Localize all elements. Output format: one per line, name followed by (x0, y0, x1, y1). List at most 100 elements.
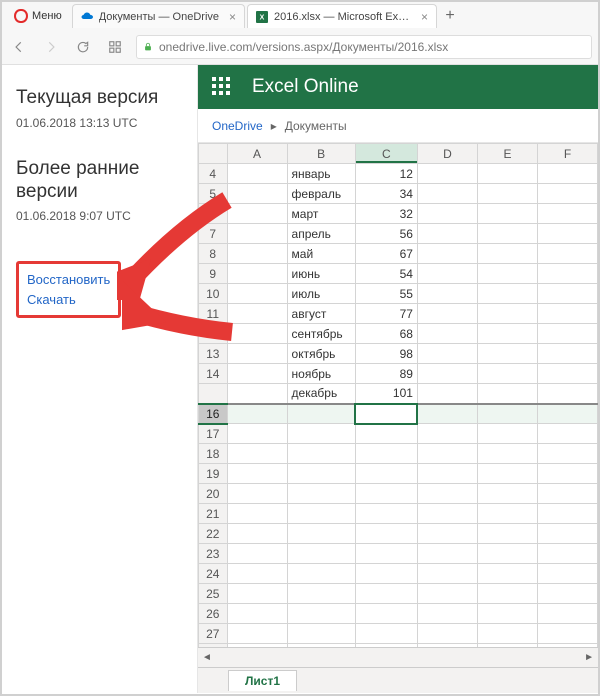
cell[interactable] (227, 204, 287, 224)
cell[interactable] (478, 164, 538, 184)
cell[interactable] (478, 344, 538, 364)
cell[interactable] (417, 504, 477, 524)
cell[interactable] (417, 544, 477, 564)
app-launcher-icon[interactable] (212, 77, 232, 97)
cell[interactable] (417, 244, 477, 264)
cell[interactable] (287, 624, 355, 644)
cell[interactable] (227, 504, 287, 524)
cell[interactable]: апрель (287, 224, 355, 244)
cell[interactable] (538, 284, 598, 304)
browser-menu[interactable]: Меню (6, 9, 70, 23)
cell[interactable] (287, 584, 355, 604)
cell[interactable]: июнь (287, 264, 355, 284)
row-header[interactable]: 10 (199, 284, 228, 304)
reload-button[interactable] (72, 36, 94, 58)
cell[interactable] (478, 504, 538, 524)
cell[interactable] (417, 424, 477, 444)
row-header[interactable]: 14 (199, 364, 228, 384)
row-header[interactable]: 22 (199, 524, 228, 544)
cell[interactable] (538, 364, 598, 384)
row-header[interactable]: 24 (199, 564, 228, 584)
row-header[interactable]: 7 (199, 224, 228, 244)
cell[interactable] (227, 304, 287, 324)
row-header[interactable]: 23 (199, 544, 228, 564)
cell[interactable] (355, 524, 417, 544)
cell[interactable] (417, 564, 477, 584)
row-header[interactable]: 5 (199, 184, 228, 204)
cell[interactable] (417, 444, 477, 464)
row-header[interactable]: 19 (199, 464, 228, 484)
cell[interactable] (227, 324, 287, 344)
cell[interactable] (538, 384, 598, 404)
cell[interactable]: 67 (355, 244, 417, 264)
cell[interactable] (478, 204, 538, 224)
speed-dial-button[interactable] (104, 36, 126, 58)
cell[interactable] (417, 324, 477, 344)
row-header[interactable]: 25 (199, 584, 228, 604)
new-tab-button[interactable]: + (439, 7, 461, 25)
cell[interactable] (355, 604, 417, 624)
row-header[interactable]: 11 (199, 304, 228, 324)
column-header[interactable]: F (538, 144, 598, 164)
cell[interactable] (227, 444, 287, 464)
cell[interactable]: 98 (355, 344, 417, 364)
cell[interactable] (355, 544, 417, 564)
cell[interactable] (538, 464, 598, 484)
cell[interactable] (538, 504, 598, 524)
row-header[interactable]: 16 (199, 404, 228, 424)
cell[interactable] (478, 264, 538, 284)
cell[interactable] (478, 584, 538, 604)
cell[interactable] (417, 624, 477, 644)
cell[interactable] (417, 524, 477, 544)
horizontal-scrollbar[interactable]: ◄ ► (198, 647, 598, 667)
cell[interactable] (478, 424, 538, 444)
cell[interactable] (287, 604, 355, 624)
cell[interactable]: август (287, 304, 355, 324)
cell[interactable]: 55 (355, 284, 417, 304)
cell[interactable]: 68 (355, 324, 417, 344)
cell[interactable] (478, 304, 538, 324)
column-header[interactable]: C (355, 144, 417, 164)
scroll-left-icon[interactable]: ◄ (198, 652, 216, 663)
cell[interactable] (287, 644, 355, 648)
cell[interactable] (287, 504, 355, 524)
cell[interactable]: 12 (355, 164, 417, 184)
column-header[interactable]: A (227, 144, 287, 164)
cell[interactable] (478, 524, 538, 544)
cell[interactable] (227, 224, 287, 244)
row-header[interactable]: 28 (199, 644, 228, 648)
cell[interactable] (227, 244, 287, 264)
cell[interactable] (538, 604, 598, 624)
cell[interactable]: июль (287, 284, 355, 304)
column-header[interactable]: B (287, 144, 355, 164)
column-header[interactable]: D (417, 144, 477, 164)
cell[interactable]: 32 (355, 204, 417, 224)
cell[interactable] (417, 344, 477, 364)
row-header[interactable]: 27 (199, 624, 228, 644)
sheet-tab[interactable]: Лист1 (228, 670, 297, 691)
cell[interactable] (478, 564, 538, 584)
cell[interactable] (227, 564, 287, 584)
cell[interactable] (538, 584, 598, 604)
cell[interactable] (355, 504, 417, 524)
cell[interactable] (355, 444, 417, 464)
cell[interactable] (478, 404, 538, 424)
cell[interactable] (227, 164, 287, 184)
cell[interactable] (417, 404, 477, 424)
cell[interactable] (227, 404, 287, 424)
cell[interactable] (538, 644, 598, 648)
row-header[interactable]: 26 (199, 604, 228, 624)
cell[interactable]: декабрь (287, 384, 355, 404)
row-header[interactable]: 21 (199, 504, 228, 524)
cell[interactable] (287, 544, 355, 564)
cell[interactable] (417, 484, 477, 504)
cell[interactable]: февраль (287, 184, 355, 204)
breadcrumb-root[interactable]: OneDrive (212, 119, 263, 133)
cell[interactable]: 101 (355, 384, 417, 404)
cell[interactable] (538, 324, 598, 344)
cell[interactable] (355, 624, 417, 644)
cell[interactable] (538, 224, 598, 244)
column-header[interactable]: E (478, 144, 538, 164)
cell[interactable] (355, 424, 417, 444)
cell[interactable] (227, 524, 287, 544)
